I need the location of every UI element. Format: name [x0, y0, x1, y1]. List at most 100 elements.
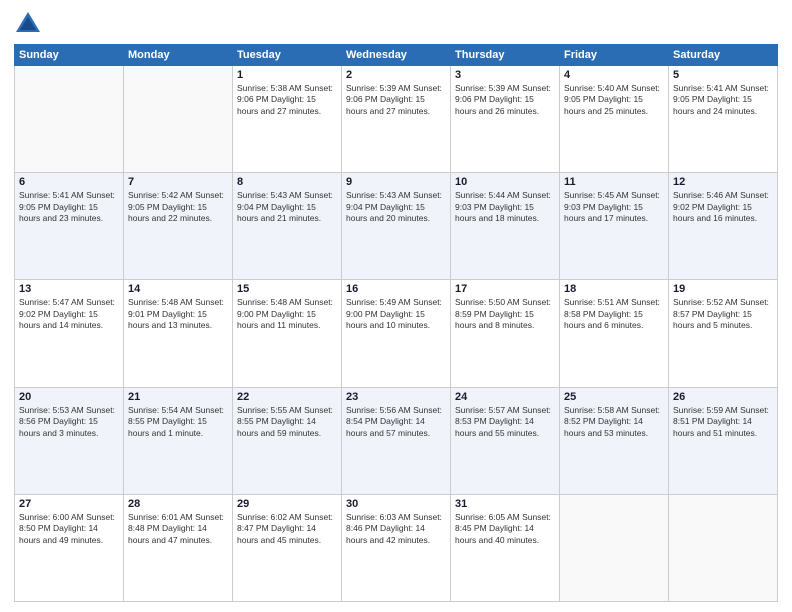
day-number: 26 — [673, 391, 773, 403]
day-info: Sunrise: 5:39 AM Sunset: 9:06 PM Dayligh… — [455, 83, 555, 117]
calendar-cell: 31Sunrise: 6:05 AM Sunset: 8:45 PM Dayli… — [451, 494, 560, 601]
day-number: 25 — [564, 391, 664, 403]
day-info: Sunrise: 5:44 AM Sunset: 9:03 PM Dayligh… — [455, 190, 555, 224]
day-number: 23 — [346, 391, 446, 403]
calendar-cell: 2 Sunrise: 5:39 AM Sunset: 9:06 PM Daylig… — [342, 66, 451, 173]
day-info: Sunrise: 5:43 AM Sunset: 9:04 PM Dayligh… — [237, 190, 337, 224]
day-number: 7 — [128, 176, 228, 188]
calendar-cell: 21 Sunrise: 5:54 AM Sunset: 8:55 PM Dayli… — [124, 387, 233, 494]
calendar-cell: 25Sunrise: 5:58 AM Sunset: 8:52 PM Dayli… — [560, 387, 669, 494]
day-number: 12 — [673, 176, 773, 188]
calendar-header: SundayMondayTuesdayWednesdayThursdayFrid… — [15, 45, 778, 66]
calendar-cell: 15Sunrise: 5:48 AM Sunset: 9:00 PM Dayli… — [233, 280, 342, 387]
day-number: 9 — [346, 176, 446, 188]
calendar-cell: 6 Sunrise: 5:41 AM Sunset: 9:05 PM Daylig… — [15, 173, 124, 280]
day-info: Sunrise: 5:54 AM Sunset: 8:55 PM Dayligh… — [128, 405, 228, 439]
day-info: Sunrise: 5:57 AM Sunset: 8:53 PM Dayligh… — [455, 405, 555, 439]
day-info: Sunrise: 6:00 AM Sunset: 8:50 PM Dayligh… — [19, 512, 119, 546]
day-info: Sunrise: 6:01 AM Sunset: 8:48 PM Dayligh… — [128, 512, 228, 546]
weekday-header-thursday: Thursday — [451, 45, 560, 66]
day-number: 8 — [237, 176, 337, 188]
day-number: 31 — [455, 498, 555, 510]
calendar-cell: 17 Sunrise: 5:50 AM Sunset: 8:59 PM Dayli… — [451, 280, 560, 387]
day-info: Sunrise: 5:55 AM Sunset: 8:55 PM Dayligh… — [237, 405, 337, 439]
day-number: 13 — [19, 283, 119, 295]
calendar-cell: 3 Sunrise: 5:39 AM Sunset: 9:06 PM Daylig… — [451, 66, 560, 173]
calendar-cell: 1 Sunrise: 5:38 AM Sunset: 9:06 PM Daylig… — [233, 66, 342, 173]
day-number: 10 — [455, 176, 555, 188]
calendar-cell: 7 Sunrise: 5:42 AM Sunset: 9:05 PM Daylig… — [124, 173, 233, 280]
day-number: 5 — [673, 69, 773, 81]
calendar-table: SundayMondayTuesdayWednesdayThursdayFrid… — [14, 44, 778, 602]
day-number: 20 — [19, 391, 119, 403]
day-info: Sunrise: 5:51 AM Sunset: 8:58 PM Dayligh… — [564, 297, 664, 331]
day-number: 6 — [19, 176, 119, 188]
day-number: 3 — [455, 69, 555, 81]
weekday-row: SundayMondayTuesdayWednesdayThursdayFrid… — [15, 45, 778, 66]
day-number: 14 — [128, 283, 228, 295]
day-info: Sunrise: 5:38 AM Sunset: 9:06 PM Dayligh… — [237, 83, 337, 117]
day-number: 24 — [455, 391, 555, 403]
calendar-week-4: 20 Sunrise: 5:53 AM Sunset: 8:56 PM Dayli… — [15, 387, 778, 494]
day-info: Sunrise: 6:03 AM Sunset: 8:46 PM Dayligh… — [346, 512, 446, 546]
calendar-cell: 5 Sunrise: 5:41 AM Sunset: 9:05 PM Daylig… — [669, 66, 778, 173]
day-info: Sunrise: 5:56 AM Sunset: 8:54 PM Dayligh… — [346, 405, 446, 439]
calendar-week-3: 13Sunrise: 5:47 AM Sunset: 9:02 PM Dayli… — [15, 280, 778, 387]
day-info: Sunrise: 5:49 AM Sunset: 9:00 PM Dayligh… — [346, 297, 446, 331]
day-number: 17 — [455, 283, 555, 295]
day-number: 28 — [128, 498, 228, 510]
weekday-header-wednesday: Wednesday — [342, 45, 451, 66]
day-number: 18 — [564, 283, 664, 295]
calendar-week-2: 6 Sunrise: 5:41 AM Sunset: 9:05 PM Daylig… — [15, 173, 778, 280]
day-info: Sunrise: 5:48 AM Sunset: 9:01 PM Dayligh… — [128, 297, 228, 331]
day-info: Sunrise: 5:46 AM Sunset: 9:02 PM Dayligh… — [673, 190, 773, 224]
header — [14, 10, 778, 38]
day-info: Sunrise: 5:40 AM Sunset: 9:05 PM Dayligh… — [564, 83, 664, 117]
day-number: 29 — [237, 498, 337, 510]
day-info: Sunrise: 5:42 AM Sunset: 9:05 PM Dayligh… — [128, 190, 228, 224]
calendar-cell: 10 Sunrise: 5:44 AM Sunset: 9:03 PM Dayli… — [451, 173, 560, 280]
day-info: Sunrise: 5:39 AM Sunset: 9:06 PM Dayligh… — [346, 83, 446, 117]
day-info: Sunrise: 5:59 AM Sunset: 8:51 PM Dayligh… — [673, 405, 773, 439]
day-info: Sunrise: 5:50 AM Sunset: 8:59 PM Dayligh… — [455, 297, 555, 331]
day-number: 30 — [346, 498, 446, 510]
day-number: 2 — [346, 69, 446, 81]
calendar-cell — [15, 66, 124, 173]
calendar-week-1: 1 Sunrise: 5:38 AM Sunset: 9:06 PM Daylig… — [15, 66, 778, 173]
day-info: Sunrise: 5:52 AM Sunset: 8:57 PM Dayligh… — [673, 297, 773, 331]
calendar-cell: 11Sunrise: 5:45 AM Sunset: 9:03 PM Dayli… — [560, 173, 669, 280]
day-info: Sunrise: 5:53 AM Sunset: 8:56 PM Dayligh… — [19, 405, 119, 439]
day-number: 27 — [19, 498, 119, 510]
calendar-cell: 22Sunrise: 5:55 AM Sunset: 8:55 PM Dayli… — [233, 387, 342, 494]
calendar-cell: 16Sunrise: 5:49 AM Sunset: 9:00 PM Dayli… — [342, 280, 451, 387]
weekday-header-saturday: Saturday — [669, 45, 778, 66]
day-info: Sunrise: 5:41 AM Sunset: 9:05 PM Dayligh… — [673, 83, 773, 117]
calendar-cell: 18 Sunrise: 5:51 AM Sunset: 8:58 PM Dayli… — [560, 280, 669, 387]
calendar-cell: 30 Sunrise: 6:03 AM Sunset: 8:46 PM Dayli… — [342, 494, 451, 601]
day-info: Sunrise: 5:41 AM Sunset: 9:05 PM Dayligh… — [19, 190, 119, 224]
calendar-cell: 8 Sunrise: 5:43 AM Sunset: 9:04 PM Daylig… — [233, 173, 342, 280]
calendar-cell: 28 Sunrise: 6:01 AM Sunset: 8:48 PM Dayli… — [124, 494, 233, 601]
weekday-header-friday: Friday — [560, 45, 669, 66]
day-info: Sunrise: 5:48 AM Sunset: 9:00 PM Dayligh… — [237, 297, 337, 331]
calendar-cell: 29 Sunrise: 6:02 AM Sunset: 8:47 PM Dayli… — [233, 494, 342, 601]
day-number: 1 — [237, 69, 337, 81]
weekday-header-sunday: Sunday — [15, 45, 124, 66]
day-info: Sunrise: 5:45 AM Sunset: 9:03 PM Dayligh… — [564, 190, 664, 224]
calendar-cell: 23 Sunrise: 5:56 AM Sunset: 8:54 PM Dayli… — [342, 387, 451, 494]
calendar-week-5: 27 Sunrise: 6:00 AM Sunset: 8:50 PM Dayli… — [15, 494, 778, 601]
calendar-cell — [560, 494, 669, 601]
weekday-header-tuesday: Tuesday — [233, 45, 342, 66]
calendar-cell: 20 Sunrise: 5:53 AM Sunset: 8:56 PM Dayli… — [15, 387, 124, 494]
calendar-cell: 14 Sunrise: 5:48 AM Sunset: 9:01 PM Dayli… — [124, 280, 233, 387]
day-info: Sunrise: 6:02 AM Sunset: 8:47 PM Dayligh… — [237, 512, 337, 546]
calendar-cell: 26 Sunrise: 5:59 AM Sunset: 8:51 PM Dayli… — [669, 387, 778, 494]
day-info: Sunrise: 5:43 AM Sunset: 9:04 PM Dayligh… — [346, 190, 446, 224]
logo — [14, 10, 46, 38]
calendar-cell — [669, 494, 778, 601]
calendar-cell: 13Sunrise: 5:47 AM Sunset: 9:02 PM Dayli… — [15, 280, 124, 387]
calendar-cell: 12 Sunrise: 5:46 AM Sunset: 9:02 PM Dayli… — [669, 173, 778, 280]
day-number: 21 — [128, 391, 228, 403]
weekday-header-monday: Monday — [124, 45, 233, 66]
calendar-cell: 24 Sunrise: 5:57 AM Sunset: 8:53 PM Dayli… — [451, 387, 560, 494]
